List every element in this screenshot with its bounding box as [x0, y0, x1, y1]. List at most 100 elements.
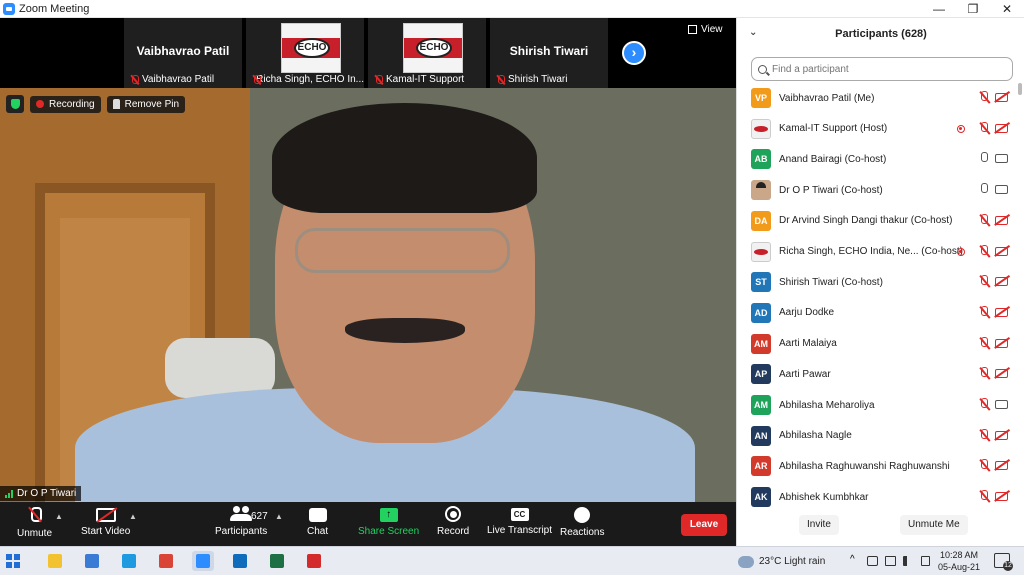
participant-row[interactable]: VP Vaibhavrao Patil (Me): [737, 83, 1017, 113]
recording-indicator[interactable]: Recording: [30, 95, 101, 113]
network-icon[interactable]: [867, 556, 878, 566]
participant-name: Shirish Tiwari (Co-host): [779, 276, 883, 288]
weather-icon[interactable]: [738, 555, 754, 568]
reactions-button[interactable]: Reactions: [560, 506, 604, 538]
view-button[interactable]: View: [688, 24, 723, 35]
participant-avatar-initials: VP: [751, 88, 771, 108]
participants-icon: [230, 506, 253, 522]
chat-button[interactable]: Chat: [307, 506, 328, 537]
meeting-toolbar: Unmute ▲ Start Video ▲ Participants 627 …: [0, 502, 736, 546]
microphone-muted-icon: [979, 275, 989, 289]
zoom-app-icon: [3, 2, 15, 15]
store-icon[interactable]: [81, 551, 103, 571]
participant-status-icons: [957, 121, 1017, 136]
microphone-muted-icon: [979, 305, 989, 320]
reactions-label: Reactions: [560, 527, 605, 538]
unmute-button[interactable]: Unmute: [17, 506, 52, 539]
video-tile-richa[interactable]: ECHO Richa Singh, ECHO In...: [246, 18, 364, 88]
display-icon[interactable]: [885, 556, 896, 566]
share-screen-button[interactable]: ↑ Share Screen: [358, 506, 419, 537]
microphone-muted-icon: [979, 244, 989, 259]
microphone-muted-icon: [979, 459, 989, 473]
language-icon[interactable]: [921, 556, 930, 566]
maximize-button[interactable]: ❐: [956, 0, 990, 18]
zoom-icon[interactable]: [192, 551, 214, 571]
leave-button[interactable]: Leave: [681, 514, 727, 536]
participant-row[interactable]: AK Abhishek Kumbhkar: [737, 482, 1017, 512]
live-transcript-button[interactable]: CC Live Transcript: [487, 506, 552, 536]
participant-row[interactable]: AN Abhilasha Nagle: [737, 421, 1017, 451]
app-glyph: [85, 554, 99, 568]
camera-off-icon: [995, 93, 1008, 102]
participant-row[interactable]: AB Anand Bairagi (Co-host): [737, 144, 1017, 174]
remove-pin-button[interactable]: Remove Pin: [106, 95, 186, 113]
app-glyph: [122, 554, 136, 568]
chevron-down-icon[interactable]: ⌄: [749, 27, 757, 38]
microphone-muted-icon: [979, 213, 989, 228]
mic-muted-icon: [374, 74, 383, 85]
search-input[interactable]: [772, 63, 1002, 75]
minimize-button[interactable]: —: [922, 0, 956, 18]
participant-row[interactable]: DA Dr Arvind Singh Dangi thakur (Co-host): [737, 206, 1017, 236]
participant-row[interactable]: AR Abhilasha Raghuwanshi Raghuwanshi: [737, 451, 1017, 481]
participant-name: Vaibhavrao Patil (Me): [779, 92, 875, 104]
volume-icon[interactable]: [903, 556, 914, 566]
video-options-caret-icon[interactable]: ▲: [129, 512, 137, 521]
participant-name: Anand Bairagi (Co-host): [779, 153, 887, 165]
participant-row[interactable]: AM Aarti Malaiya: [737, 329, 1017, 359]
participants-caret-icon[interactable]: ▲: [275, 512, 283, 521]
participant-avatar-initials: AM: [751, 333, 771, 354]
participant-avatar-image: [751, 118, 771, 139]
participant-row[interactable]: Kamal-IT Support (Host): [737, 114, 1017, 144]
weather-text[interactable]: 23°C Light rain: [759, 556, 825, 567]
participant-row[interactable]: ST Shirish Tiwari (Co-host): [737, 267, 1017, 297]
tray-overflow-chevron-icon[interactable]: ^: [850, 554, 861, 565]
share-screen-label: Share Screen: [358, 526, 420, 537]
participant-row[interactable]: Dr O P Tiwari (Co-host): [737, 175, 1017, 205]
record-label: Record: [437, 526, 470, 537]
participant-name: Dr Arvind Singh Dangi thakur (Co-host): [779, 215, 953, 227]
video-tile-shirish[interactable]: Shirish Tiwari Shirish Tiwari: [490, 18, 608, 88]
participant-search[interactable]: [751, 57, 1013, 81]
notification-center-icon[interactable]: 12: [994, 553, 1013, 571]
participant-name: Abhilasha Nagle: [779, 430, 852, 442]
background-pillow: [165, 338, 275, 398]
close-button[interactable]: ✕: [990, 0, 1024, 18]
start-video-button[interactable]: Start Video: [81, 506, 130, 537]
windows-start-icon[interactable]: [6, 554, 20, 568]
taskbar-clock[interactable]: 10:28 AM 05-Aug-21: [938, 549, 980, 573]
security-shield-icon[interactable]: [6, 95, 24, 113]
windows-taskbar: 23°C Light rain ^ 10:28 AM 05-Aug-21 12: [0, 546, 1024, 575]
app-glyph: [270, 554, 284, 568]
participant-row[interactable]: Richa Singh, ECHO India, Ne... (Co-host): [737, 237, 1017, 267]
participant-status-icons: [957, 305, 1017, 320]
participant-row[interactable]: AD Aarju Dodke: [737, 298, 1017, 328]
participant-row[interactable]: AM Abhilasha Meharoliya: [737, 390, 1017, 420]
camera-off-icon: [995, 246, 1008, 256]
meeting-status-overlay: Recording Remove Pin: [6, 95, 186, 113]
invite-button[interactable]: Invite: [799, 515, 839, 535]
video-tile-vaibhavrao[interactable]: Vaibhavrao Patil Vaibhavrao Patil: [124, 18, 242, 88]
camera-off-icon: [995, 338, 1008, 348]
window-title: Zoom Meeting: [19, 2, 90, 15]
edge-icon[interactable]: [118, 551, 140, 571]
file-explorer-icon[interactable]: [44, 551, 66, 571]
excel-icon[interactable]: [266, 551, 288, 571]
camera-icon: [995, 154, 1008, 164]
unmute-me-button[interactable]: Unmute Me: [900, 515, 968, 535]
participant-list-scrollbar[interactable]: [1018, 83, 1022, 513]
audio-options-caret-icon[interactable]: ▲: [55, 512, 63, 521]
speaker-mustache: [345, 318, 465, 343]
active-speaker-video[interactable]: [0, 88, 736, 502]
window-controls: — ❐ ✕: [922, 0, 1024, 18]
app-glyph: [159, 554, 173, 568]
acrobat-icon[interactable]: [303, 551, 325, 571]
record-button[interactable]: Record: [437, 506, 469, 537]
chrome-icon[interactable]: [155, 551, 177, 571]
next-page-button[interactable]: ›: [622, 41, 646, 65]
video-off-icon: [95, 508, 116, 522]
video-tile-kamal[interactable]: ECHO Kamal-IT Support: [368, 18, 486, 88]
participant-avatar-initials: AP: [751, 364, 771, 385]
participant-row[interactable]: AP Aarti Pawar: [737, 359, 1017, 389]
outlook-icon[interactable]: [229, 551, 251, 571]
